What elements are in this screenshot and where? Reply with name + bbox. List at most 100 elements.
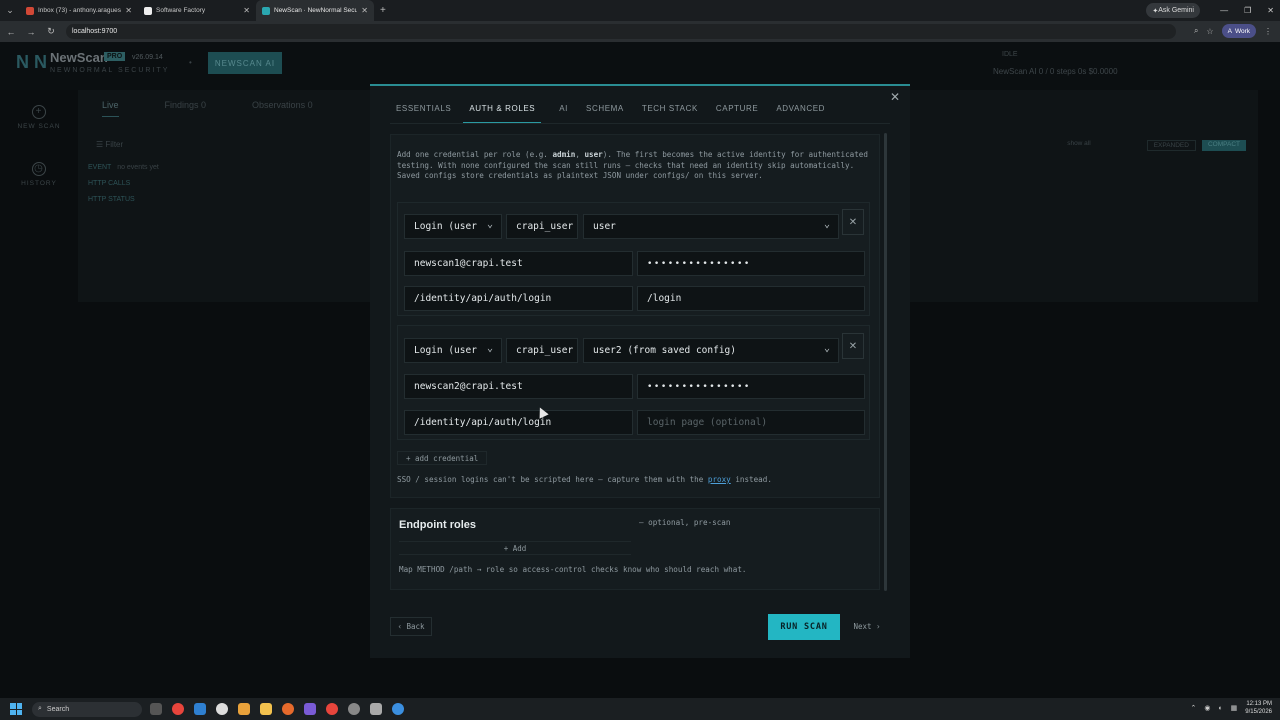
proxy-link[interactable]: proxy [708,475,731,484]
tab-findings[interactable]: Findings 0 [165,100,207,117]
site-icon [144,6,152,15]
browser-tab-software-factory[interactable]: Software Factory ✕ [138,0,256,21]
windows-start-icon[interactable] [10,703,22,715]
new-tab-icon[interactable]: + [380,5,386,16]
add-credential-button[interactable]: + add credential [397,451,488,465]
auth-type-select[interactable]: Login (user [404,214,502,239]
tab-search-icon[interactable]: ⌄ [0,0,20,21]
app-icon[interactable] [304,703,316,715]
avatar: A [1227,27,1232,35]
tab-advanced[interactable]: ADVANCED [776,104,825,124]
main-tabs: Live Findings 0 Observations 0 [102,100,313,117]
sso-text: SSO / session logins can't be scripted h… [397,475,708,484]
network-icon[interactable]: ▦ [1231,704,1238,712]
profile-button[interactable]: A Work [1221,24,1256,38]
help-text-bold: admin [552,150,576,159]
volume-icon[interactable]: ◐ [1218,705,1222,712]
back-icon[interactable]: ← [2,27,20,37]
gmail-icon [26,6,34,15]
login-page-field[interactable]: /login [637,286,865,311]
reload-icon[interactable]: ↻ [42,26,60,37]
minimize-icon[interactable]: — [1220,6,1228,15]
chevron-up-icon[interactable]: ⌃ [1190,704,1196,712]
remove-credential-button[interactable]: ✕ [842,209,864,235]
add-endpoint-role-button[interactable]: + Add [399,541,631,555]
scrollbar[interactable] [884,133,887,591]
auth-endpoint-field[interactable]: /identity/api/auth/login [404,410,633,435]
forward-icon[interactable]: → [22,27,40,37]
auth-type-select[interactable]: Login (user [404,338,502,363]
auth-endpoint-field[interactable]: /identity/api/auth/login [404,286,633,311]
tab-tech-stack[interactable]: TECH STACK [642,104,698,124]
tab-title: Software Factory [156,7,206,14]
clock-icon: ◷ [32,162,46,176]
next-button[interactable]: Next › [847,617,887,636]
tab-title: NewScan · NewNormal Security [274,7,358,14]
compact-button[interactable]: COMPACT [1201,140,1246,151]
address-bar[interactable]: ⓘ localhost:9700 [28,24,1176,95]
zoom-icon[interactable]: ⌕ [1194,26,1198,36]
password-field[interactable]: ••••••••••••••• [637,374,865,399]
app-icon[interactable] [392,703,404,715]
taskbar-search[interactable]: ⌕ Search [32,701,142,717]
app-icon[interactable] [348,703,360,715]
newscan-ai-button[interactable]: NEWSCAN AI [208,52,282,74]
newscan-favicon-icon [262,6,270,15]
credential-name-input[interactable]: crapi_user [506,338,578,363]
event-key: HTTP CALLS [88,180,131,187]
browser-tab-newscan[interactable]: NewScan · NewNormal Security ✕ [256,0,374,21]
role-select[interactable]: user [583,214,839,239]
file-explorer-icon[interactable] [260,703,272,715]
run-scan-button[interactable]: RUN SCAN [768,614,840,640]
remove-credential-button[interactable]: ✕ [842,333,864,359]
browser-tab-gmail[interactable]: Inbox (73) - anthony.aragues@ ✕ [20,0,138,21]
task-view-icon[interactable] [150,703,162,715]
toolbar-right: ⌕ ☆ A Work ⋮ [1194,24,1272,38]
ask-gemini-button[interactable]: ✦ Ask Gemini [1146,3,1200,18]
filter-button[interactable]: ☰ Filter [96,140,123,149]
role-select[interactable]: user2 (from saved config) [583,338,839,363]
close-tab-icon[interactable]: ✕ [125,6,132,15]
endpoint-roles-section: Endpoint roles — optional, pre-scan + Ad… [390,508,880,590]
tab-essentials[interactable]: ESSENTIALS [396,104,451,124]
app-icon[interactable] [216,703,228,715]
close-tab-icon[interactable]: ✕ [243,6,250,15]
view-controls: show all EXPANDED COMPACT [1067,140,1246,151]
tab-observations[interactable]: Observations 0 [252,100,313,117]
settings-icon[interactable] [370,703,382,715]
help-text-part: Add one credential per role (e.g. [397,150,553,159]
brand-subtitle: NEWNORMAL SECURITY [50,67,170,74]
maximize-icon[interactable]: ❐ [1244,6,1251,15]
tab-auth-roles[interactable]: AUTH & ROLES [463,104,542,124]
password-field[interactable]: ••••••••••••••• [637,251,865,276]
sidebar-item-new-scan[interactable]: + NEW SCAN [0,105,78,130]
expanded-button[interactable]: EXPANDED [1146,140,1196,151]
microphone-icon[interactable]: ◉ [1204,704,1210,712]
list-item: HTTP STATUS [88,192,159,208]
email-field[interactable]: newscan2@crapi.test [404,374,633,399]
profile-label: Work [1234,27,1250,35]
chrome-icon[interactable] [172,703,184,715]
tab-schema[interactable]: SCHEMA [586,104,624,124]
chrome-icon[interactable] [326,703,338,715]
credentials-section [390,134,880,498]
show-all-button[interactable]: show all [1067,140,1090,151]
tab-capture[interactable]: CAPTURE [716,104,758,124]
firefox-icon[interactable] [282,703,294,715]
email-field[interactable]: newscan1@crapi.test [404,251,633,276]
back-button[interactable]: ‹ Back [390,617,432,636]
clock[interactable]: 12:13 PM 9/15/2026 [1245,700,1272,716]
section-title: Endpoint roles [399,519,476,531]
close-window-icon[interactable]: ✕ [1267,6,1274,15]
tab-live[interactable]: Live [102,100,119,117]
bookmark-star-icon[interactable]: ☆ [1206,27,1213,36]
vscode-icon[interactable] [194,703,206,715]
app-icon[interactable] [238,703,250,715]
close-tab-icon[interactable]: ✕ [361,6,368,15]
menu-kebab-icon[interactable]: ⋮ [1264,27,1272,36]
sidebar-item-history[interactable]: ◷ HISTORY [0,162,78,187]
login-page-field[interactable]: login page (optional) [637,410,865,435]
tab-ai[interactable]: AI [559,104,568,124]
credential-name-input[interactable]: crapi_user [506,214,578,239]
close-icon[interactable]: ✕ [890,90,900,104]
